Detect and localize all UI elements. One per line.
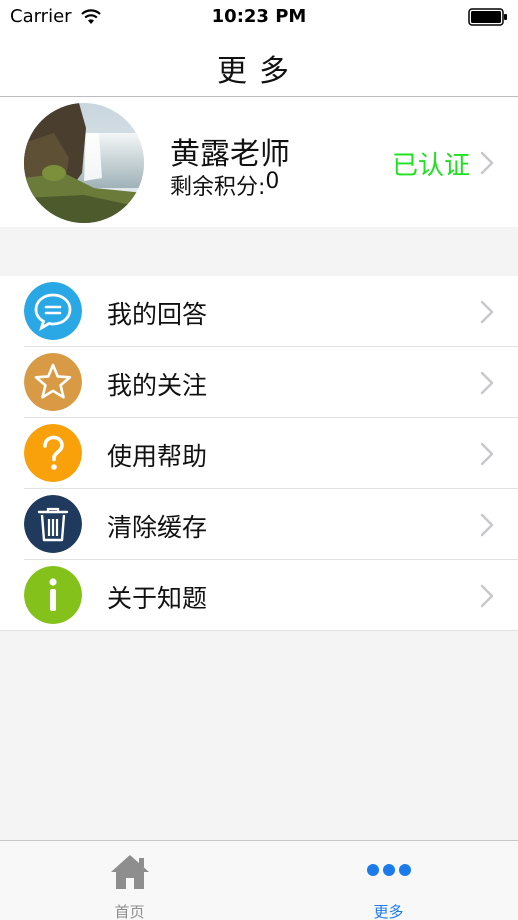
menu-label: 使用帮助	[107, 442, 208, 471]
chevron-right-icon	[480, 300, 494, 324]
tab-home[interactable]: 首页	[0, 841, 259, 920]
verified-badge: 已认证	[391, 151, 470, 181]
menu-label: 我的回答	[107, 300, 208, 329]
tab-more[interactable]: 更多	[259, 841, 518, 920]
page-title: 更多	[217, 54, 301, 89]
chevron-right-icon	[480, 371, 494, 395]
menu-label: 清除缓存	[107, 513, 208, 542]
chevron-right-icon	[480, 151, 494, 175]
navigation-bar: 更多	[0, 34, 518, 97]
question-icon	[24, 424, 82, 482]
tab-bar: 首页 更多	[0, 840, 518, 920]
chevron-right-icon	[480, 513, 494, 537]
points-value: 0	[265, 169, 280, 194]
tab-label: 更多	[373, 903, 404, 920]
profile-card[interactable]: 黄露老师 剩余积分: 0 已认证	[0, 97, 518, 227]
star-icon	[24, 353, 82, 411]
avatar[interactable]	[24, 103, 144, 223]
menu-item-my-follows[interactable]: 我的关注	[0, 347, 518, 418]
trash-icon	[24, 495, 82, 553]
status-bar: Carrier 10:23 PM	[0, 0, 518, 34]
points-info: 剩余积分: 0	[170, 169, 279, 201]
chevron-right-icon	[480, 442, 494, 466]
more-dots-icon	[366, 864, 411, 876]
status-time: 10:23 PM	[211, 6, 307, 27]
user-name: 黄露老师	[170, 137, 290, 172]
home-icon	[110, 855, 149, 889]
battery-icon	[468, 8, 507, 26]
tab-label: 首页	[114, 903, 145, 920]
chevron-right-icon	[480, 584, 494, 608]
menu-label: 我的关注	[107, 371, 208, 400]
menu-item-about[interactable]: 关于知题	[0, 560, 518, 631]
avatar-waterfall-image	[24, 103, 144, 223]
info-icon	[24, 566, 82, 624]
menu-item-clear-cache[interactable]: 清除缓存	[0, 489, 518, 560]
menu-item-help[interactable]: 使用帮助	[0, 418, 518, 489]
points-label: 剩余积分:	[170, 175, 266, 200]
menu-item-my-answers[interactable]: 我的回答	[0, 276, 518, 347]
menu-label: 关于知题	[107, 584, 208, 613]
settings-menu: 我的回答 我的关注 使用帮助 清除缓存 关于知题	[0, 276, 518, 631]
chat-bubble-icon	[24, 282, 82, 340]
